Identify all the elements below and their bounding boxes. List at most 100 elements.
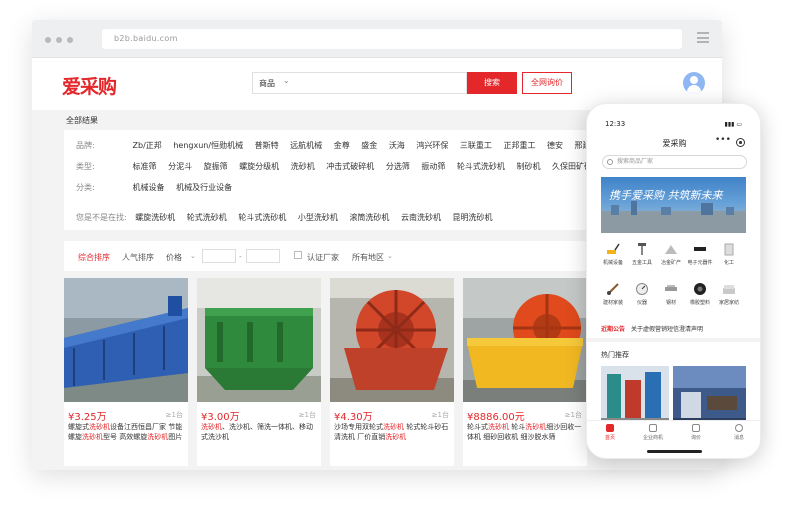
min-order: ≥1台: [298, 411, 316, 419]
product-card[interactable]: ¥8886.00元 ≥1台 轮斗式洗砂机 轮斗洗砂机细沙回收一体机 细砂回收机 …: [463, 278, 587, 466]
price-min-input[interactable]: [202, 249, 236, 263]
region-select[interactable]: 所有地区: [352, 252, 384, 263]
all-inquiry-button[interactable]: 全网询价: [522, 72, 572, 94]
suggestion-link[interactable]: 滚筒洗砂机: [349, 212, 389, 223]
home-indicator: [647, 450, 702, 453]
product-card[interactable]: ¥3.00万 ≥1台 洗砂机、洗沙机、筛洗一体机、移动式洗沙机: [197, 278, 321, 466]
tab-messages[interactable]: 消息: [721, 424, 757, 441]
type-option[interactable]: 制砂机: [516, 161, 540, 172]
mobile-app-preview: 12:33 ▮▮▮ ▭ 爱采购 ••• 搜索商品厂家 携手爱采购 共筑新未来 机…: [586, 103, 761, 459]
product-price: ¥4.30万: [334, 412, 373, 423]
brand-option[interactable]: 沃海: [389, 140, 405, 151]
brand-option[interactable]: 三联重工: [460, 140, 492, 151]
notice-bar[interactable]: 近期公告 关于虚假营销短信澄清声明: [601, 324, 703, 333]
tab-business[interactable]: 企业商机: [635, 424, 671, 441]
category-option[interactable]: 机械及行业设备: [176, 182, 232, 193]
results-heading: 全部结果: [66, 116, 98, 125]
type-option[interactable]: 冲击式破碎机: [326, 161, 374, 172]
home-icon: [606, 424, 614, 432]
product-card[interactable]: ¥4.30万 ≥1台 沙场专用双轮式洗砂机 轮式轮斗砂石清洗机 厂价直销洗砂机: [330, 278, 454, 466]
promo-banner[interactable]: 携手爱采购 共筑新未来: [601, 177, 746, 233]
type-option[interactable]: 螺旋分级机: [239, 161, 279, 172]
tab-home[interactable]: 首页: [592, 424, 628, 441]
keyword-highlight: 洗砂机: [488, 423, 509, 431]
window-dot-icon[interactable]: [56, 37, 62, 43]
brand-option[interactable]: 金尊: [334, 140, 350, 151]
chip-icon: [694, 247, 706, 251]
brand-option[interactable]: hengxun/恒勋机械: [173, 140, 243, 151]
product-image[interactable]: [197, 278, 321, 402]
close-target-icon[interactable]: [736, 138, 745, 147]
app-title: 爱采购: [662, 139, 687, 148]
sort-popularity[interactable]: 人气排序: [122, 252, 154, 263]
keyword-highlight: 洗砂机: [385, 433, 407, 441]
keyword-highlight: 洗砂机: [89, 423, 110, 431]
sort-comprehensive[interactable]: 综合排序: [78, 252, 110, 263]
type-option[interactable]: 洗砂机: [291, 161, 315, 172]
filter-label: 品牌:: [76, 141, 95, 150]
category-chemical[interactable]: 化工: [712, 242, 746, 266]
price-max-input[interactable]: [246, 249, 280, 263]
chevron-down-icon[interactable]: ⌄: [283, 76, 290, 85]
type-option[interactable]: 分选筛: [386, 161, 410, 172]
product-title[interactable]: 轮斗式洗砂机 轮斗洗砂机细沙回收一体机 细砂回收机 细沙脱水筛: [467, 422, 585, 442]
brand-option[interactable]: 远航机械: [290, 140, 322, 151]
brand-option[interactable]: 盛金: [361, 140, 377, 151]
chevron-down-icon[interactable]: ⌄: [190, 252, 196, 260]
suggestion-link[interactable]: 云南洗砂机: [401, 212, 441, 223]
verified-checkbox[interactable]: [294, 251, 302, 259]
search-icon: [607, 159, 613, 165]
product-title[interactable]: 沙场专用双轮式洗砂机 轮式轮斗砂石清洗机 厂价直销洗砂机: [334, 422, 452, 442]
hot-section-title: 热门推荐: [601, 351, 629, 359]
suggestion-link[interactable]: 螺旋洗砂机: [135, 212, 175, 223]
tools-icon: [638, 243, 646, 255]
address-bar[interactable]: b2b.baidu.com: [102, 29, 682, 49]
brand-option[interactable]: 鸿兴环保: [416, 140, 448, 151]
brand-option[interactable]: 德安: [547, 140, 563, 151]
avatar[interactable]: [683, 72, 705, 94]
search-category-select[interactable]: 商品: [259, 78, 275, 89]
chevron-down-icon[interactable]: ⌄: [387, 252, 393, 260]
title-text: 型号 高效螺旋: [103, 433, 148, 441]
hot-product-image[interactable]: [601, 366, 669, 428]
brand-option[interactable]: 普斯特: [255, 140, 279, 151]
suggestion-label: 您是不是在找:: [76, 213, 127, 222]
suggestion-link[interactable]: 轮式洗砂机: [187, 212, 227, 223]
type-option[interactable]: 旋振筛: [204, 161, 228, 172]
browser-toolbar: b2b.baidu.com: [32, 20, 722, 58]
suggestion-link[interactable]: 昆明洗砂机: [453, 212, 493, 223]
verified-label: 认证厂家: [307, 253, 339, 262]
search-button[interactable]: 搜索: [467, 72, 517, 94]
site-logo[interactable]: 爱采购: [62, 72, 117, 99]
app-search-input[interactable]: 搜索商品厂家: [602, 155, 747, 169]
hot-product-image[interactable]: [673, 366, 746, 428]
suggestion-link[interactable]: 轮斗式洗砂机: [238, 212, 286, 223]
product-image[interactable]: [330, 278, 454, 402]
product-title[interactable]: 洗砂机、洗沙机、筛洗一体机、移动式洗沙机: [201, 422, 319, 442]
brand-option[interactable]: Zb/正邦: [133, 140, 162, 151]
window-dot-icon[interactable]: [67, 37, 73, 43]
more-menu-icon[interactable]: •••: [715, 135, 731, 145]
product-image[interactable]: [463, 278, 587, 402]
product-card[interactable]: ¥3.25万 ≥1台 螺旋式洗砂机设备江西恒昌厂家 节能螺旋洗砂机型号 高效螺旋…: [64, 278, 188, 466]
type-option[interactable]: 振动筛: [421, 161, 445, 172]
notice-text[interactable]: 关于虚假营销短信澄清声明: [631, 326, 703, 333]
product-image[interactable]: [64, 278, 188, 402]
type-option[interactable]: 标准筛: [133, 161, 157, 172]
sort-price[interactable]: 价格: [166, 252, 182, 263]
filter-panel: 品牌: Zb/正邦 hengxun/恒勋机械 普斯特 远航机械 金尊 盛金 沃海…: [64, 130, 618, 230]
type-option[interactable]: 轮斗式洗砂机: [457, 161, 505, 172]
brand-option[interactable]: 正邦重工: [503, 140, 535, 151]
tab-inquiry[interactable]: 询价: [678, 424, 714, 441]
title-text: 沙场专用双轮式: [334, 423, 383, 431]
product-title[interactable]: 螺旋式洗砂机设备江西恒昌厂家 节能螺旋洗砂机型号 高效螺旋洗砂机图片: [68, 422, 186, 442]
suggestion-link[interactable]: 小型洗砂机: [298, 212, 338, 223]
hamburger-menu-icon[interactable]: [697, 32, 709, 43]
briefcase-icon: [649, 424, 657, 432]
banner-slogan: 携手爱采购 共筑新未来: [609, 189, 723, 202]
category-option[interactable]: 机械设备: [133, 182, 165, 193]
window-dot-icon[interactable]: [45, 37, 51, 43]
type-option[interactable]: 分泥斗: [168, 161, 192, 172]
search-input[interactable]: 商品 ⌄: [252, 72, 467, 94]
category-home-textile[interactable]: 家居家纺: [712, 282, 746, 306]
